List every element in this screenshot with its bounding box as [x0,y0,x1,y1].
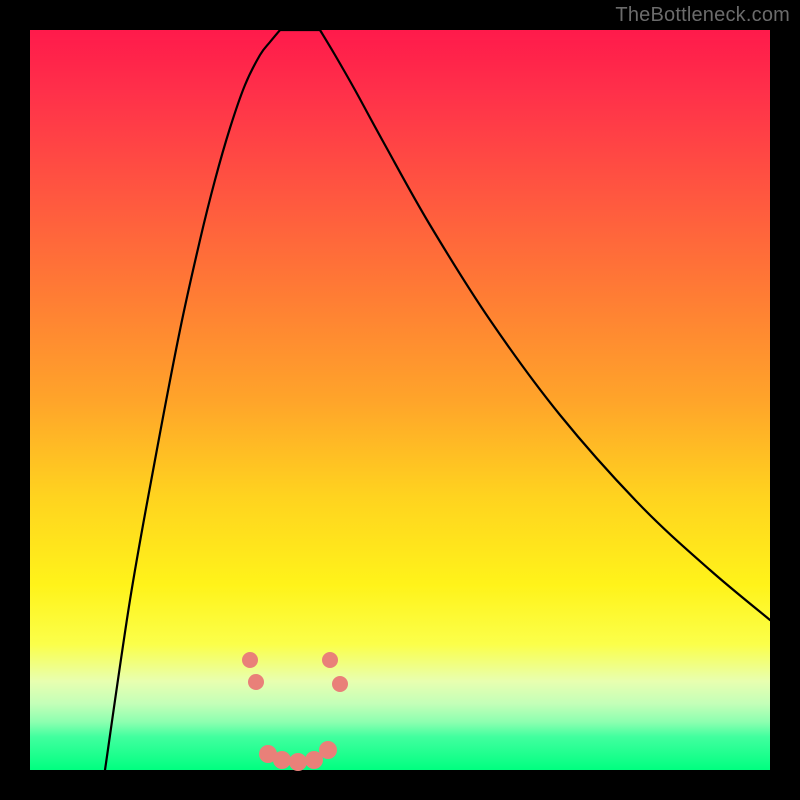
right-dot-2 [332,676,348,692]
watermark-label: TheBottleneck.com [615,4,790,27]
series-group [105,30,770,770]
plot-area [30,30,770,770]
left-dot-2 [248,674,264,690]
left-dot-1 [242,652,258,668]
floor-dot-3 [289,753,307,771]
marker-group [242,652,348,771]
series-right-curve [320,30,770,620]
chart-frame: TheBottleneck.com [0,0,800,800]
right-dot-1 [322,652,338,668]
floor-dot-2 [273,751,291,769]
chart-svg [30,30,770,770]
floor-dot-5 [319,741,337,759]
